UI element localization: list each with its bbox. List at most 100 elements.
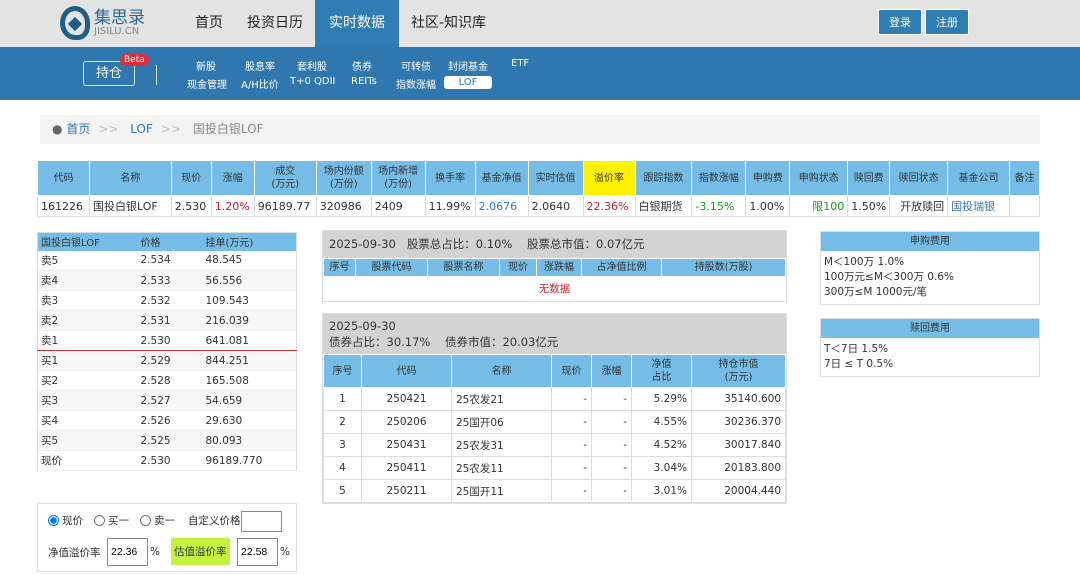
cell: -3.15% [691, 195, 747, 217]
col-header: 涨跌幅 [536, 258, 582, 277]
col-header: 场内份额 (万份) [315, 160, 372, 196]
est-premium-input[interactable] [237, 538, 278, 566]
radio-current-price[interactable] [48, 515, 59, 526]
cell: 25农发21 [451, 387, 552, 411]
fee-line: T＜7日 1.5% [824, 343, 889, 355]
premium-calculator: 现价 买一 卖一 自定义价格 净值溢价率 % 估值溢价率 % [37, 503, 297, 572]
purchase-fee-title: 申购费用 [821, 232, 1039, 251]
order-book-row: 卖5 2.534 48.545 [37, 250, 297, 271]
fee-line: 300万≤M 1000元/笔 [824, 286, 927, 298]
cell: - [591, 387, 632, 411]
order-book-table: 国投白银LOF 价格 挂单(万元) 卖5 2.534 48.545 卖4 2.533 56… [37, 232, 297, 471]
cell: 卖5 [37, 250, 138, 271]
logo[interactable]: 集思录 JISILU.CN [60, 6, 145, 40]
stock-report-date: 2025-09-30 [329, 237, 396, 251]
est-premium-label: 估值溢价率 [171, 538, 230, 565]
login-button[interactable]: 登录 [878, 9, 922, 35]
col-header: 赎回费 [847, 160, 891, 196]
subnav-qdii[interactable]: T+0 QDII [290, 76, 336, 87]
nav-calendar[interactable]: 投资日历 [235, 0, 315, 47]
subnav-etf[interactable]: ETF [511, 58, 529, 69]
cell: 2.530 [170, 195, 212, 217]
logo-cn: 集思录 [94, 7, 145, 28]
radio-label: 买一 [108, 515, 129, 527]
subnav-convertible[interactable]: 可转债 [401, 58, 431, 73]
nav-home[interactable]: 首页 [183, 0, 235, 47]
cell: 2.530 [137, 330, 203, 351]
subnav-bond[interactable]: 债券 [352, 58, 372, 73]
cell: 165.508 [202, 370, 297, 391]
subnav-new-stock[interactable]: 新股 [196, 58, 216, 73]
sub-nav-bar: 持仓 Beta 新股 股息率 套利股 债券 可转债 封闭基金 ETF 现金管理 … [0, 47, 1080, 100]
cell[interactable]: 国投瑞银 [947, 195, 1010, 217]
table-row: 161226 国投白银LOF 2.530 1.20% 96189.77 320986 240… [37, 195, 1041, 217]
custom-price-input[interactable] [241, 511, 282, 532]
nav-community[interactable]: 社区-知识库 [399, 0, 498, 47]
cell: 216.039 [202, 310, 297, 331]
col-header: 名称 [451, 354, 552, 388]
col-header: 占净值比例 [581, 258, 662, 277]
location-pin-icon: ● [52, 122, 63, 136]
cell: 1.20% [210, 195, 255, 217]
cell: 30236.370 [691, 410, 786, 434]
radio-sell1[interactable] [140, 515, 151, 526]
subnav-closed-fund[interactable]: 封闭基金 [448, 58, 488, 73]
bond-row: 3 250431 25农发31- -4.52% 30017.840 [323, 433, 786, 457]
cell: - [551, 410, 592, 434]
breadcrumb-lof[interactable]: LOF [130, 122, 153, 136]
col-header: 现价 [551, 354, 592, 388]
cell: 白银期货 [634, 195, 693, 217]
fee-line: M＜100万 1.0% [824, 256, 905, 268]
no-data-text: 无数据 [538, 283, 571, 296]
order-book-row: 卖2 2.531 216.039 [37, 310, 297, 331]
cell: 买3 [37, 390, 138, 411]
cell[interactable]: 国投白银LOF [88, 195, 172, 217]
cell: 2.530 [137, 450, 203, 471]
fund-summary-table: 代码 名称 现价 涨幅 成交 (万元) 场内份额 (万份) 场内新增 (万份) 换手率 基金净值… [37, 160, 1041, 217]
subnav-reits[interactable]: REITs [351, 76, 377, 87]
col-header: 基金公司 [947, 160, 1010, 196]
cell: 2.534 [137, 250, 203, 271]
cell: 250211 [361, 479, 452, 503]
subnav-cash[interactable]: 现金管理 [187, 76, 227, 91]
order-book-row: 卖1 2.530 641.081 [37, 330, 297, 351]
radio-buy1[interactable] [94, 515, 105, 526]
cell: 96189.77 [253, 195, 317, 217]
col-header: 股票代码 [355, 258, 428, 277]
subnav-arbitrage[interactable]: 套利股 [297, 58, 327, 73]
col-header: 涨幅 [210, 160, 255, 196]
col-header: 申购费 [745, 160, 791, 196]
cell: - [551, 387, 592, 411]
custom-price-label: 自定义价格 [188, 515, 241, 527]
cell: - [591, 479, 632, 503]
cell: 3 [323, 433, 362, 457]
subnav-ah[interactable]: A/H比价 [241, 76, 279, 91]
register-button[interactable]: 注册 [925, 9, 969, 35]
cell: 3.04% [631, 456, 692, 480]
order-book-row: 现价 2.530 96189.770 [37, 450, 297, 471]
cell: 161226 [37, 195, 90, 217]
cell: 11.99% [424, 195, 476, 217]
cell: 2.531 [137, 310, 203, 331]
cell [1008, 195, 1041, 217]
cell: 320986 [315, 195, 372, 217]
cell: 29.630 [202, 410, 297, 431]
subnav-lof[interactable]: LOF [444, 76, 492, 89]
cell: 35140.600 [691, 387, 786, 411]
cell: 25国开11 [451, 479, 552, 503]
subnav-index[interactable]: 指数涨幅 [396, 76, 436, 91]
nav-realtime-data[interactable]: 实时数据 [315, 0, 399, 47]
bond-report-date: 2025-09-30 [329, 319, 396, 333]
cell: 2.533 [137, 270, 203, 291]
cell: 买4 [37, 410, 138, 431]
breadcrumb-home[interactable]: 首页 [66, 122, 90, 136]
bond-value: 债券市值：20.03亿元 [444, 335, 559, 349]
cell: 1.00% [745, 195, 791, 217]
cell: 80.093 [202, 430, 297, 451]
nav-premium-input[interactable] [107, 538, 148, 566]
col-header: 序号 [323, 258, 356, 277]
divider [156, 65, 157, 85]
subnav-dividend[interactable]: 股息率 [245, 58, 275, 73]
cell: 250206 [361, 410, 452, 434]
bond-ratio: 债券占比：30.17% [329, 335, 431, 349]
